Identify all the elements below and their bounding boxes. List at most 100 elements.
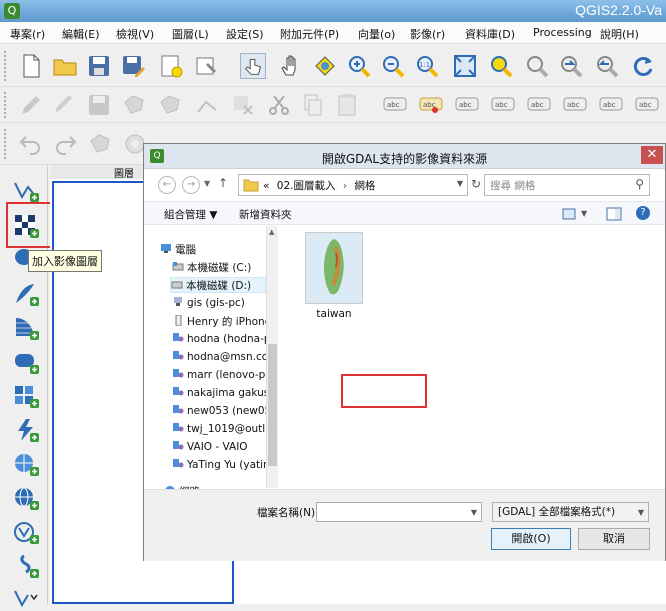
tree-item-homegroup[interactable]: hodna (hodna-p [172, 332, 278, 348]
add-mssql-layer-icon[interactable] [12, 315, 40, 341]
paste-icon[interactable] [334, 92, 360, 118]
add-feature-icon[interactable] [122, 92, 148, 118]
tree-item-computer[interactable]: 電腦 [160, 242, 266, 258]
address-dropdown-icon[interactable]: ▼ [457, 179, 463, 188]
zoom-out-icon[interactable] [380, 53, 406, 79]
label-icon[interactable]: abc [382, 92, 408, 118]
back-icon[interactable]: ← [158, 176, 176, 194]
filetype-select[interactable]: [GDAL] 全部檔案格式(*) ▼ [492, 502, 649, 522]
search-box[interactable]: 搜尋 網格 ⚲ [484, 174, 650, 196]
tree-item-drive-c[interactable]: 本機磁碟 (C:) [172, 260, 278, 276]
tree-item-homegroup[interactable]: VAIO - VAIO [172, 440, 278, 456]
help-icon[interactable]: ? [636, 206, 650, 220]
breadcrumb-part2[interactable]: 網格 [354, 180, 375, 192]
filetype-dropdown-icon[interactable]: ▼ [638, 504, 644, 522]
zoom-to-selection-icon[interactable] [488, 53, 514, 79]
filename-input[interactable]: ▼ [316, 502, 482, 522]
scroll-up-icon[interactable]: ▲ [269, 228, 274, 236]
zoom-full-icon[interactable] [452, 53, 478, 79]
label-extra-icon[interactable]: abc [634, 92, 660, 118]
toolbar-grip[interactable] [4, 92, 8, 118]
zoom-last-icon[interactable] [558, 53, 584, 79]
menu-raster[interactable]: 影像(r) [410, 26, 445, 42]
copy-icon[interactable] [300, 92, 326, 118]
zoom-actual-icon[interactable]: 1:1 [414, 53, 440, 79]
label-pin-icon[interactable]: abc [418, 92, 444, 118]
toggle-editing-icon[interactable] [18, 92, 44, 118]
tree-item-homegroup[interactable]: hodna@msn.co [172, 350, 278, 366]
recent-locations-icon[interactable]: ▼ [204, 179, 210, 188]
add-spatialite-layer-icon[interactable] [12, 281, 40, 307]
tree-item-homegroup[interactable]: marr (lenovo-pc [172, 368, 278, 384]
scroll-thumb[interactable] [268, 344, 277, 466]
open-project-icon[interactable] [52, 53, 78, 79]
label-properties-icon[interactable]: abc [598, 92, 624, 118]
menu-vector[interactable]: 向量(o) [358, 26, 395, 42]
pan-icon[interactable] [278, 53, 304, 79]
touch-icon[interactable] [240, 53, 266, 79]
zoom-in-icon[interactable] [346, 53, 372, 79]
menu-help[interactable]: 說明(H) [600, 26, 639, 42]
new-folder-button[interactable]: 新增資料夾 [239, 207, 292, 222]
zoom-to-layer-icon[interactable] [524, 53, 550, 79]
menu-layer[interactable]: 圖層(L) [172, 26, 209, 42]
menu-project[interactable]: 專案(r) [10, 26, 45, 42]
new-print-composer-icon[interactable] [158, 53, 184, 79]
tree-item-homegroup[interactable]: nakajima gakusl [172, 386, 278, 402]
add-wcs-layer-icon[interactable] [12, 451, 40, 477]
label-change-icon[interactable]: abc [562, 92, 588, 118]
new-project-icon[interactable] [18, 53, 44, 79]
menu-database[interactable]: 資料庫(D) [465, 26, 515, 42]
tree-item-phone[interactable]: Henry 的 iPhone [172, 314, 278, 330]
tree-item-homegroup[interactable]: new053 (new05 [172, 404, 278, 420]
menu-processing[interactable]: Processing [533, 26, 592, 39]
move-feature-icon[interactable] [158, 92, 184, 118]
cut-icon[interactable] [266, 92, 292, 118]
node-tool-icon[interactable] [194, 92, 220, 118]
menu-edit[interactable]: 編輯(E) [62, 26, 100, 42]
edit-pencil-icon[interactable] [50, 92, 76, 118]
cancel-button[interactable]: 取消 [578, 528, 650, 550]
breadcrumb-part1[interactable]: 02.圖層載入 [277, 180, 336, 192]
add-oracle-layer-icon[interactable] [12, 383, 40, 409]
add-wfs-layer-icon[interactable] [12, 485, 40, 511]
file-item-taiwan[interactable] [305, 232, 363, 304]
add-delimited-text-icon[interactable] [12, 349, 40, 375]
save-project-icon[interactable] [86, 53, 112, 79]
label-show-icon[interactable]: abc [454, 92, 480, 118]
up-icon[interactable]: ↑ [218, 176, 228, 190]
save-as-icon[interactable] [120, 53, 146, 79]
toolbar-grip[interactable] [4, 129, 8, 159]
search-icon[interactable]: ⚲ [635, 177, 644, 191]
add-gps-icon[interactable] [12, 585, 40, 611]
new-spatialite-icon[interactable] [12, 553, 40, 579]
new-shapefile-icon[interactable] [12, 519, 40, 545]
menu-settings[interactable]: 設定(S) [226, 26, 264, 42]
composer-manager-icon[interactable] [194, 53, 220, 79]
breadcrumb[interactable]: « 02.圖層載入 › 網格 [263, 178, 375, 193]
undo-icon[interactable] [18, 131, 44, 157]
refresh-icon[interactable] [630, 53, 656, 79]
tree-item-homegroup[interactable]: twj_1019@outlc [172, 422, 278, 438]
pan-to-selection-icon[interactable] [312, 53, 338, 79]
toolbar-grip[interactable] [4, 51, 8, 81]
close-icon[interactable]: ✕ [641, 146, 663, 164]
view-dropdown-icon[interactable]: ▼ [581, 209, 587, 218]
add-vector-layer-icon[interactable] [12, 177, 40, 203]
menu-plugins[interactable]: 附加元件(P) [280, 26, 339, 42]
menu-view[interactable]: 檢視(V) [116, 26, 154, 42]
address-bar[interactable]: « 02.圖層載入 › 網格 ▼ [238, 174, 468, 196]
redo-icon[interactable] [52, 131, 78, 157]
delete-selected-icon[interactable] [230, 92, 256, 118]
filename-dropdown-icon[interactable]: ▼ [471, 504, 477, 522]
label-rotate-icon[interactable]: abc [526, 92, 552, 118]
forward-icon[interactable]: → [182, 176, 200, 194]
tree-item-network-pc[interactable]: gis (gis-pc) [172, 296, 278, 312]
zoom-next-icon[interactable] [594, 53, 620, 79]
save-edits-icon[interactable] [86, 92, 112, 118]
refresh-icon[interactable]: ↻ [471, 177, 481, 191]
preview-pane-icon[interactable] [606, 207, 622, 221]
label-move-icon[interactable]: abc [490, 92, 516, 118]
add-wms-layer-icon[interactable] [12, 417, 40, 443]
organize-button[interactable]: 組合管理 ▼ [164, 207, 217, 222]
